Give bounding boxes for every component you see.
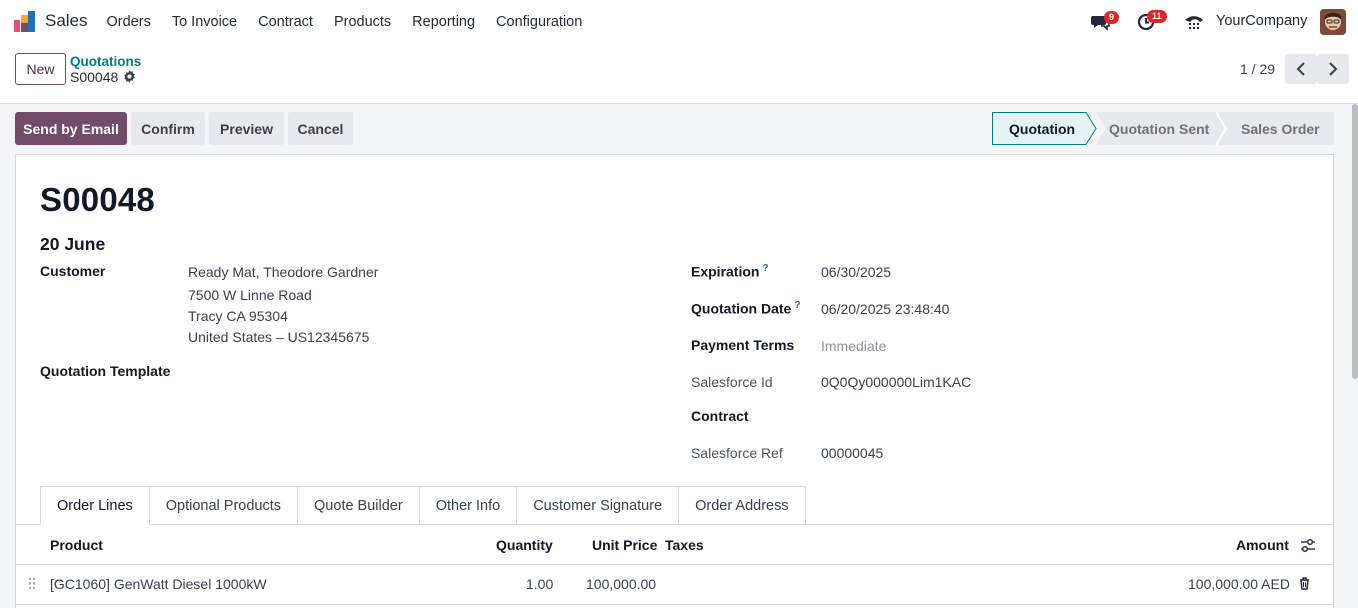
stage-sales-order[interactable]: Sales Order xyxy=(1241,112,1320,145)
messages-badge: 9 xyxy=(1104,11,1120,24)
app-name[interactable]: Sales xyxy=(45,11,88,31)
menu-reporting[interactable]: Reporting xyxy=(402,14,486,30)
gear-icon[interactable] xyxy=(123,70,136,83)
quotation-date-help-icon[interactable]: ? xyxy=(794,300,800,311)
control-panel: New Quotations S00048 1 / 29 xyxy=(0,44,1358,104)
chevron-right-icon xyxy=(1329,62,1338,76)
menu-products[interactable]: Products xyxy=(323,14,401,30)
customer-name[interactable]: Ready Mat, Theodore Gardner xyxy=(188,264,378,280)
pager-previous-button[interactable] xyxy=(1285,54,1317,84)
cancel-button[interactable]: Cancel xyxy=(288,112,353,145)
expiration-field[interactable]: 06/30/2025 xyxy=(821,264,891,280)
phone-icon[interactable] xyxy=(1184,14,1204,32)
salesforce-ref-label: Salesforce Ref xyxy=(691,445,783,461)
payment-terms-label: Payment Terms xyxy=(691,337,795,353)
stage-quotation-sent[interactable]: Quotation Sent xyxy=(1109,112,1209,145)
confirm-button[interactable]: Confirm xyxy=(131,112,205,145)
line-product[interactable]: [GC1060] GenWatt Diesel 1000kW xyxy=(50,576,267,592)
contract-label: Contract xyxy=(691,408,749,424)
quotation-date-field[interactable]: 06/20/2025 23:48:40 xyxy=(821,301,949,317)
record-title: S00048 xyxy=(40,181,155,218)
expiration-label: Expiration? xyxy=(691,263,769,280)
column-product[interactable]: Product xyxy=(50,537,103,553)
salesforce-id-field[interactable]: 0Q0Qy000000Lim1KAC xyxy=(821,374,971,390)
menu-orders[interactable]: Orders xyxy=(96,14,161,30)
line-amount: 100,000.00 AED xyxy=(1188,576,1290,592)
column-quantity[interactable]: Quantity xyxy=(496,537,553,553)
new-button[interactable]: New xyxy=(15,53,66,85)
quotation-date-label: Quotation Date? xyxy=(691,300,801,317)
line-unit-price[interactable]: 100,000.00 xyxy=(586,576,656,592)
customer-country: United States – US12345675 xyxy=(188,329,370,345)
form-sheet: S00048 20 June Customer Ready Mat, Theod… xyxy=(15,154,1334,608)
record-subtitle: 20 June xyxy=(40,234,106,254)
tab-order-lines[interactable]: Order Lines xyxy=(40,486,150,525)
table-row-divider xyxy=(16,604,1333,605)
chevron-left-icon xyxy=(1296,62,1305,76)
pager-next-button[interactable] xyxy=(1317,54,1349,84)
line-quantity[interactable]: 1.00 xyxy=(526,576,553,592)
customer-street: 7500 W Linne Road xyxy=(188,287,312,303)
table-header-divider xyxy=(16,564,1333,565)
menu-contract[interactable]: Contract xyxy=(248,14,324,30)
activities-badge: 11 xyxy=(1147,10,1167,23)
tab-customer-signature[interactable]: Customer Signature xyxy=(517,486,680,525)
preview-button[interactable]: Preview xyxy=(209,112,284,145)
tab-optional-products[interactable]: Optional Products xyxy=(149,486,299,525)
sales-app-icon[interactable] xyxy=(13,11,37,33)
payment-terms-field[interactable]: Immediate xyxy=(821,338,886,354)
breadcrumb-quotations[interactable]: Quotations xyxy=(70,54,141,69)
tab-other-info[interactable]: Other Info xyxy=(419,486,518,525)
company-switcher[interactable]: YourCompany xyxy=(1216,13,1307,29)
salesforce-ref-field[interactable]: 00000045 xyxy=(821,445,883,461)
drag-handle-icon[interactable] xyxy=(28,577,36,590)
column-unit-price[interactable]: Unit Price xyxy=(592,537,657,553)
column-amount[interactable]: Amount xyxy=(1236,537,1289,553)
menu-to-invoice[interactable]: To Invoice xyxy=(161,14,247,30)
column-taxes[interactable]: Taxes xyxy=(665,537,704,553)
customer-label: Customer xyxy=(40,263,106,279)
tab-quote-builder[interactable]: Quote Builder xyxy=(298,486,420,525)
customer-city: Tracy CA 95304 xyxy=(188,308,288,324)
quotation-template-label: Quotation Template xyxy=(40,363,171,379)
trash-icon[interactable] xyxy=(1299,577,1310,590)
notebook-tabs: Order Lines Optional Products Quote Buil… xyxy=(40,486,806,525)
stage-quotation[interactable]: Quotation xyxy=(1009,112,1075,145)
optional-columns-icon[interactable] xyxy=(1300,538,1316,553)
user-avatar[interactable] xyxy=(1320,9,1346,35)
pager-value[interactable]: 1 / 29 xyxy=(1240,61,1275,77)
send-by-email-button[interactable]: Send by Email xyxy=(15,112,127,145)
page-scrollbar[interactable] xyxy=(1352,104,1358,379)
breadcrumb-current: S00048 xyxy=(70,69,119,85)
main-menu: Orders To Invoice Contract Products Repo… xyxy=(96,0,593,44)
top-navbar: Sales Orders To Invoice Contract Product… xyxy=(0,0,1358,44)
statusbar: Send by Email Confirm Preview Cancel Quo… xyxy=(0,104,1358,154)
menu-configuration[interactable]: Configuration xyxy=(486,14,593,30)
tab-order-address[interactable]: Order Address xyxy=(679,486,806,525)
expiration-help-icon[interactable]: ? xyxy=(762,263,768,274)
salesforce-id-label: Salesforce Id xyxy=(691,374,773,390)
